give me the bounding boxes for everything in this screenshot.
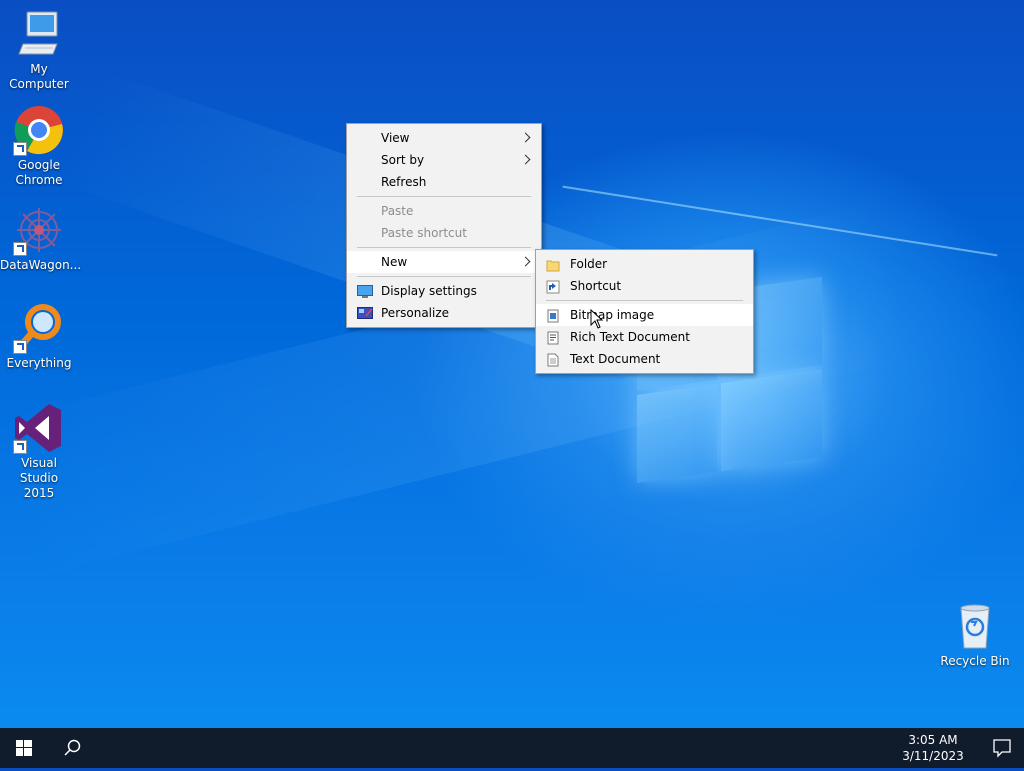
notification-icon	[993, 739, 1011, 758]
datawagon-icon	[13, 204, 65, 256]
rich-text-icon	[546, 330, 560, 345]
menu-item-label: Text Document	[570, 352, 661, 366]
menu-item-label: Paste shortcut	[381, 226, 467, 240]
submenu-item-rich-text-document[interactable]: Rich Text Document	[536, 326, 753, 348]
menu-item-label: Personalize	[381, 306, 450, 320]
recycle-bin-icon	[949, 600, 1001, 652]
desktop-icon-datawagon[interactable]: DataWagon...	[0, 204, 82, 273]
taskbar: 3:05 AM 3/11/2023	[0, 728, 1024, 768]
menu-item-refresh[interactable]: Refresh	[347, 171, 541, 193]
mouse-cursor-icon	[590, 308, 604, 332]
menu-item-label: Rich Text Document	[570, 330, 690, 344]
chrome-icon	[13, 104, 65, 156]
submenu-item-folder[interactable]: Folder	[536, 253, 753, 275]
taskbar-clock[interactable]: 3:05 AM 3/11/2023	[898, 732, 968, 764]
menu-item-label: View	[381, 131, 410, 145]
desktop-icon-everything[interactable]: Everything	[0, 302, 78, 371]
search-button[interactable]	[48, 728, 96, 768]
desktop-icon-label: Google Chrome	[15, 158, 63, 187]
chevron-right-icon	[520, 256, 531, 267]
chevron-right-icon	[520, 132, 531, 143]
menu-item-paste-shortcut[interactable]: Paste shortcut	[347, 222, 541, 244]
shortcut-arrow-icon	[13, 340, 27, 354]
desktop-icon-label: DataWagon...	[0, 258, 82, 272]
menu-item-label: Display settings	[381, 284, 477, 298]
shortcut-arrow-icon	[13, 242, 27, 256]
desktop-icon-label: Visual Studio 2015	[19, 456, 59, 500]
menu-item-label: Refresh	[381, 175, 427, 189]
windows-start-icon	[16, 740, 32, 756]
menu-item-label: Sort by	[381, 153, 425, 167]
desktop-icon-visual-studio[interactable]: Visual Studio 2015	[0, 402, 78, 501]
start-button[interactable]	[0, 728, 48, 768]
menu-item-sort-by[interactable]: Sort by	[347, 149, 541, 171]
menu-item-personalize[interactable]: Personalize	[347, 302, 541, 324]
visual-studio-icon	[13, 402, 65, 454]
submenu-item-bitmap-image[interactable]: Bitmap image	[536, 304, 753, 326]
menu-separator	[357, 276, 531, 277]
desktop-context-menu: View Sort by Refresh Paste Paste shortcu…	[346, 123, 542, 328]
menu-item-label: Folder	[570, 257, 608, 271]
text-document-icon	[546, 352, 560, 367]
menu-item-label: Shortcut	[570, 279, 622, 293]
desktop-icon-my-computer[interactable]: My Computer	[0, 8, 78, 92]
menu-item-paste[interactable]: Paste	[347, 200, 541, 222]
clock-date: 3/11/2023	[902, 749, 964, 763]
new-submenu: Folder Shortcut Bitmap image Rich Text D…	[535, 249, 754, 374]
desktop-icon-label: Recycle Bin	[940, 654, 1010, 668]
menu-item-view[interactable]: View	[347, 127, 541, 149]
desktop-icon-recycle-bin[interactable]: Recycle Bin	[936, 600, 1014, 669]
folder-icon	[546, 257, 560, 272]
wallpaper-light-line	[562, 185, 998, 257]
submenu-item-shortcut[interactable]: Shortcut	[536, 275, 753, 297]
action-center-button[interactable]	[980, 728, 1024, 768]
submenu-item-text-document[interactable]: Text Document	[536, 348, 753, 370]
menu-separator	[357, 196, 531, 197]
chevron-right-icon	[520, 154, 531, 165]
shortcut-arrow-icon	[13, 440, 27, 454]
bitmap-icon	[546, 308, 560, 323]
personalize-icon	[357, 306, 373, 320]
desktop-icon-google-chrome[interactable]: Google Chrome	[0, 104, 78, 188]
menu-separator	[357, 247, 531, 248]
menu-item-label: Bitmap image	[570, 308, 655, 322]
menu-separator	[546, 300, 743, 301]
everything-search-icon	[13, 302, 65, 354]
menu-item-new[interactable]: New	[347, 251, 541, 273]
menu-item-label: Paste	[381, 204, 414, 218]
search-icon	[64, 739, 81, 756]
menu-item-label: New	[381, 255, 408, 269]
shortcut-icon	[546, 279, 560, 294]
desktop-icon-label: My Computer	[9, 62, 69, 91]
shortcut-arrow-icon	[13, 142, 27, 156]
computer-icon	[13, 8, 65, 60]
menu-item-display-settings[interactable]: Display settings	[347, 280, 541, 302]
desktop-icon-label: Everything	[6, 356, 72, 370]
clock-time: 3:05 AM	[908, 733, 958, 747]
display-settings-icon	[357, 284, 373, 298]
